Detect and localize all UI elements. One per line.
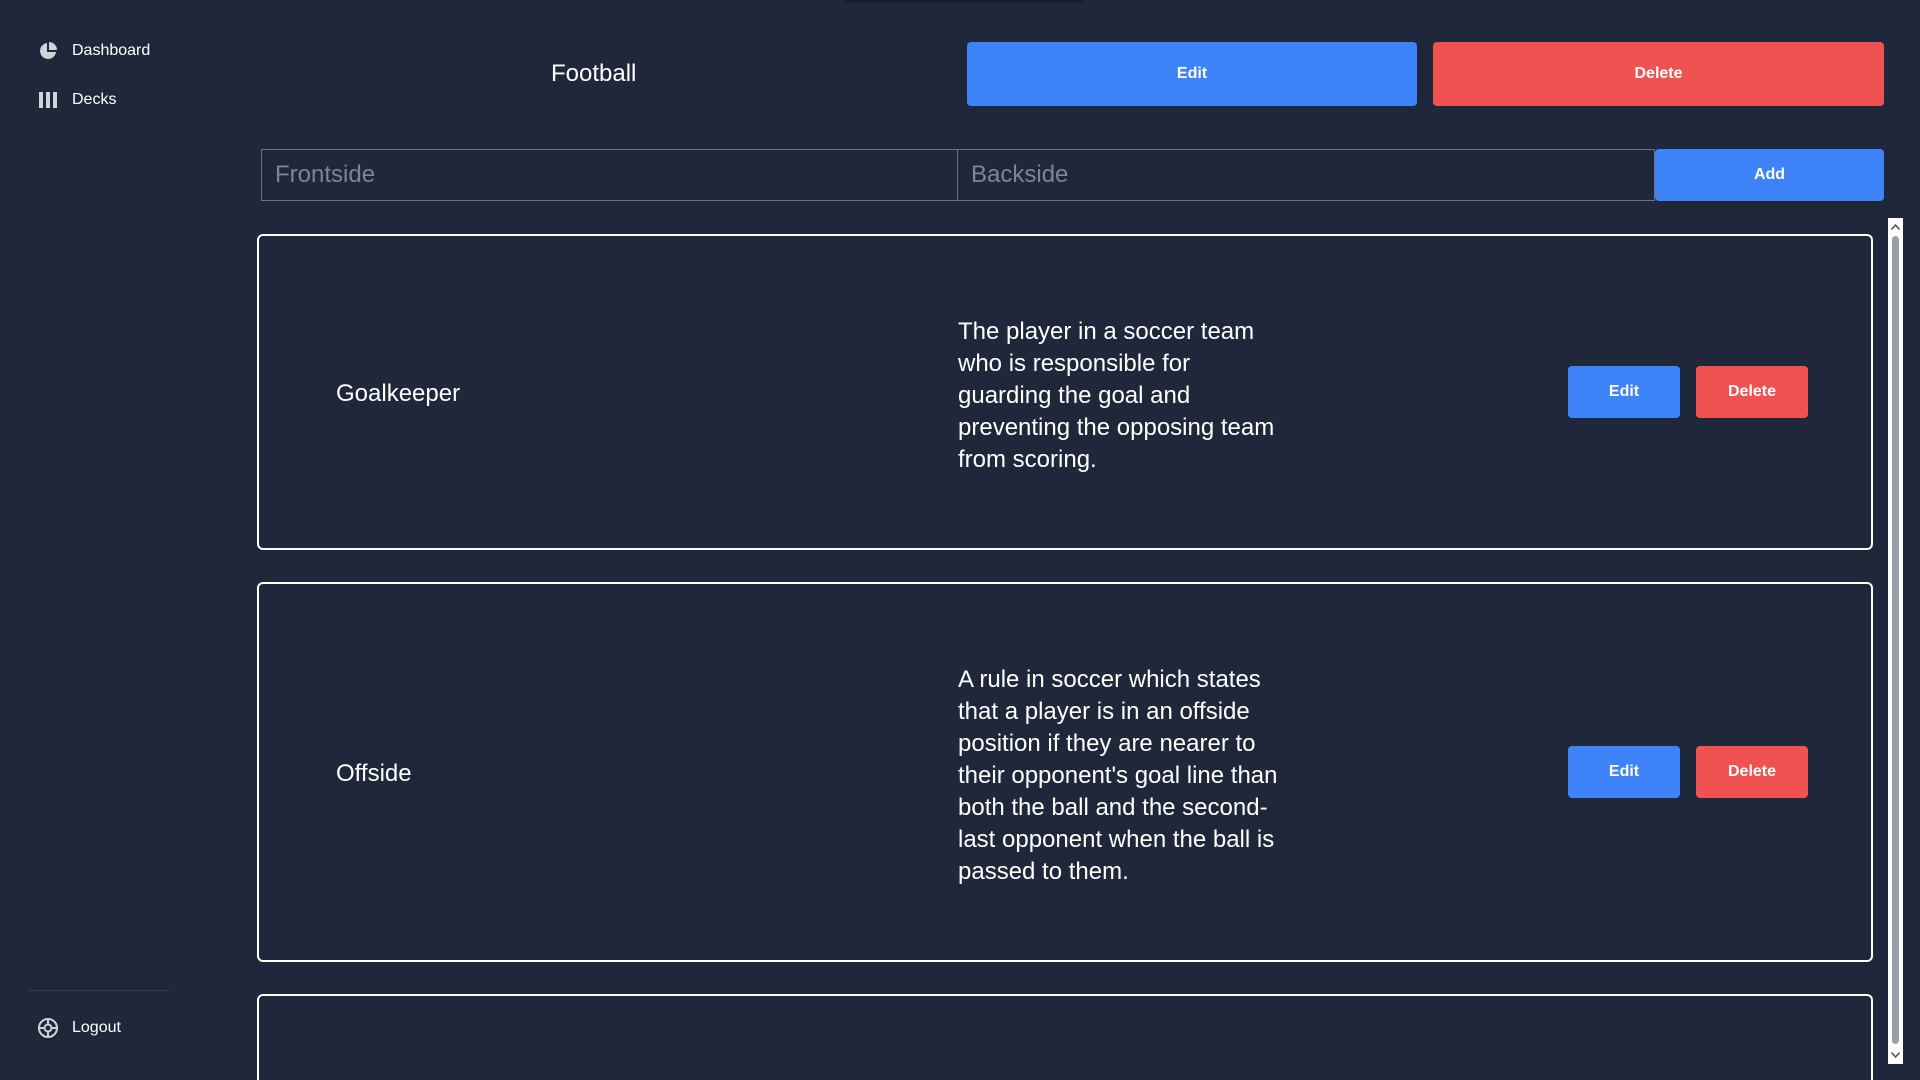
top-bar-handle <box>845 0 1085 3</box>
scrollbar[interactable] <box>1888 218 1903 1064</box>
sidebar: Dashboard Decks Logout <box>0 0 200 1080</box>
sidebar-divider <box>28 990 170 991</box>
sidebar-item-dashboard[interactable]: Dashboard <box>37 40 150 62</box>
frontside-input[interactable] <box>261 149 958 201</box>
page-title: Football <box>551 60 637 87</box>
scroll-down-arrow-icon[interactable] <box>1888 1048 1903 1062</box>
backside-input[interactable] <box>957 149 1655 201</box>
edit-deck-button[interactable]: Edit <box>967 42 1417 106</box>
sidebar-item-decks[interactable]: Decks <box>37 89 116 111</box>
delete-deck-button[interactable]: Delete <box>1433 42 1884 106</box>
delete-card-button[interactable]: Delete <box>1696 366 1808 418</box>
scroll-up-arrow-icon[interactable] <box>1888 220 1903 234</box>
edit-card-button[interactable]: Edit <box>1568 366 1680 418</box>
app-root: Dashboard Decks Logout Football Edit Del… <box>0 0 1920 1080</box>
pie-chart-icon <box>37 40 59 62</box>
card-front-text: Goalkeeper <box>336 380 461 407</box>
delete-card-button[interactable]: Delete <box>1696 746 1808 798</box>
sidebar-item-label: Decks <box>72 91 117 108</box>
add-card-button[interactable]: Add <box>1655 149 1884 201</box>
flashcard <box>257 994 1873 1080</box>
card-front-text: Offside <box>336 760 412 787</box>
flashcard: Goalkeeper The player in a soccer team w… <box>257 234 1873 550</box>
scrollbar-thumb[interactable] <box>1892 236 1899 1044</box>
card-back-text: The player in a soccer team who is respo… <box>958 318 1275 473</box>
sidebar-item-logout[interactable]: Logout <box>37 1017 121 1039</box>
gear-icon <box>37 1017 59 1039</box>
edit-card-button[interactable]: Edit <box>1568 746 1680 798</box>
card-back-text: A rule in soccer which states that a pla… <box>958 666 1278 885</box>
flashcard: Offside A rule in soccer which states th… <box>257 582 1873 962</box>
columns-icon <box>37 89 59 111</box>
sidebar-item-label: Logout <box>72 1019 121 1036</box>
sidebar-item-label: Dashboard <box>72 42 151 59</box>
